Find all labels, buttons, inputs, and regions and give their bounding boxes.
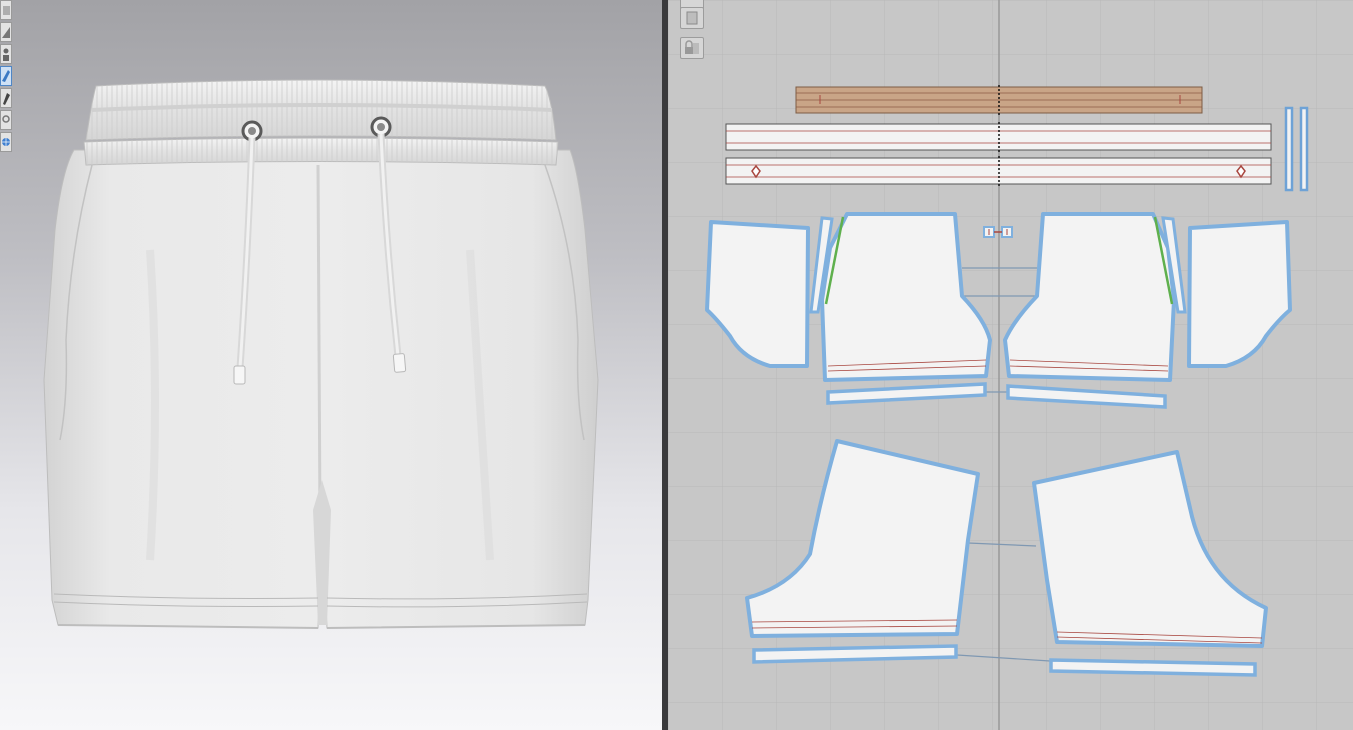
- 3d-viewport[interactable]: [0, 0, 662, 730]
- pattern-copy-icon[interactable]: [680, 7, 704, 29]
- waistband-inner-piece: [725, 156, 1272, 186]
- waistband-elastic-piece: [795, 85, 1203, 115]
- lock-pattern-icon[interactable]: [680, 37, 704, 59]
- pattern-canvas[interactable]: [668, 0, 1353, 730]
- waistband-outer-piece: [725, 122, 1272, 152]
- waistband-3d: [83, 79, 559, 166]
- shorts-3d-model[interactable]: [0, 0, 662, 730]
- back-hem-right: [1049, 658, 1257, 677]
- 2d-pattern-viewport[interactable]: [668, 0, 1353, 730]
